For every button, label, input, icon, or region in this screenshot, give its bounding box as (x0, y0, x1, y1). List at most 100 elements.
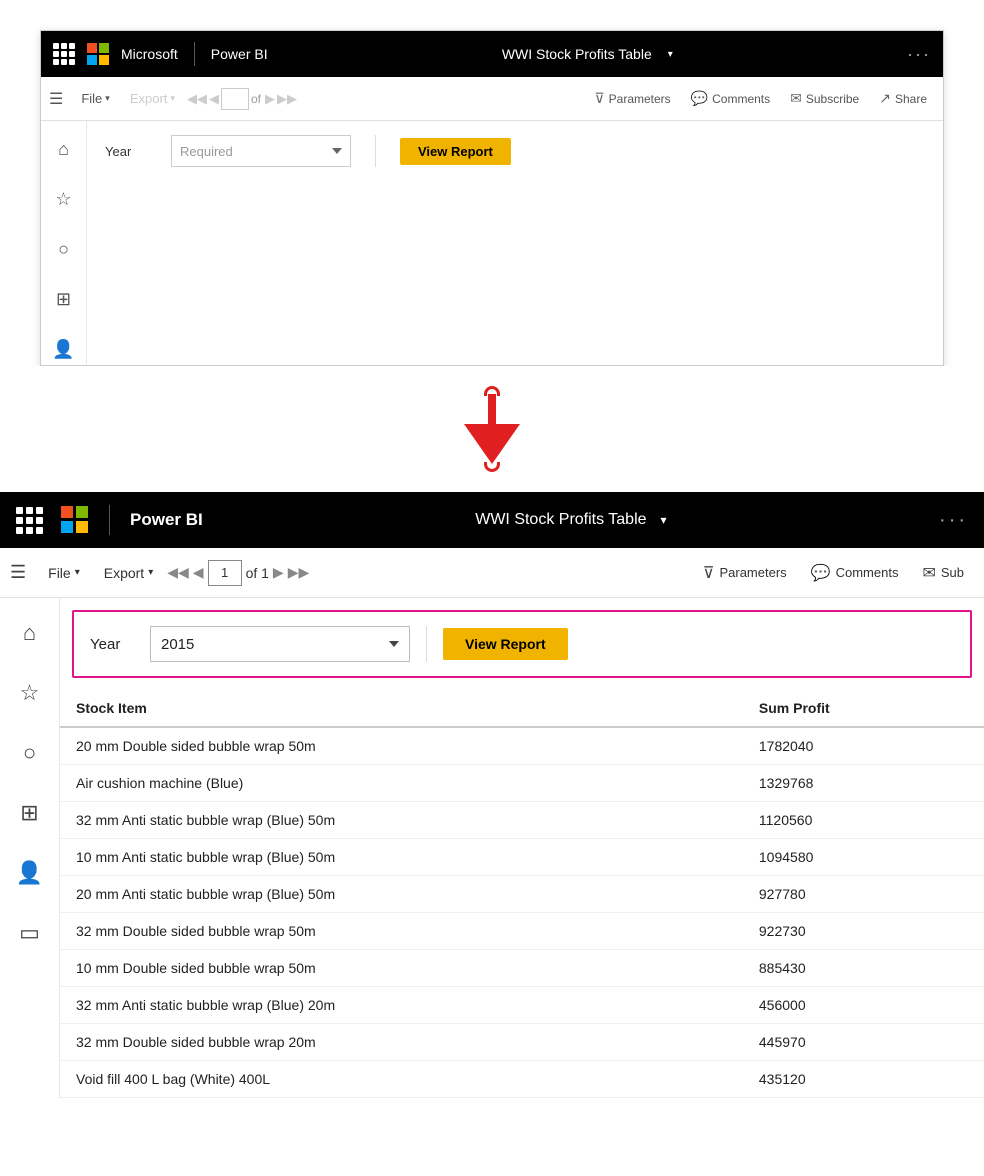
export-chevron: ▾ (170, 93, 175, 104)
table-row: 32 mm Anti static bubble wrap (Blue) 50m… (60, 802, 984, 839)
sidebar-clock-icon-bottom[interactable]: ○ (11, 734, 49, 772)
subscribe-button-bottom[interactable]: ✉ Sub (912, 558, 974, 588)
nav-first-top[interactable]: ◀◀ (187, 91, 207, 107)
parameters-button-top[interactable]: ⊽ Parameters (586, 86, 678, 111)
view-report-button-bottom[interactable]: View Report (443, 628, 568, 660)
table-row: 32 mm Double sided bubble wrap 50m922730 (60, 913, 984, 950)
toolbar-bottom: ☰ File ▾ Export ▾ ◀◀ ◀ of 1 ▶ ▶▶ ⊽ Param… (0, 548, 984, 598)
toolbar-top: ☰ File ▾ Export ▾ ◀◀ ◀ of ▶ ▶▶ ⊽ Param (41, 77, 943, 121)
stock-item-cell: 32 mm Double sided bubble wrap 20m (60, 1024, 743, 1061)
profit-cell: 1329768 (743, 765, 984, 802)
sidebar-monitor-icon-bottom[interactable]: ▭ (11, 914, 49, 952)
apps-grid-icon-bottom[interactable] (16, 507, 43, 534)
stock-item-cell: 32 mm Anti static bubble wrap (Blue) 50m (60, 802, 743, 839)
sidebar-star-icon-bottom[interactable]: ☆ (11, 674, 49, 712)
filter-icon-top: ⊽ (594, 90, 604, 107)
stock-item-cell: 10 mm Double sided bubble wrap 50m (60, 950, 743, 987)
table-row: Air cushion machine (Blue)1329768 (60, 765, 984, 802)
of-label-bottom: of 1 (246, 565, 269, 581)
stock-item-cell: 20 mm Anti static bubble wrap (Blue) 50m (60, 876, 743, 913)
nav-more-bottom[interactable]: ··· (939, 509, 968, 532)
app-name-top: Microsoft (121, 46, 178, 62)
export-button-top[interactable]: Export ▾ (122, 87, 183, 110)
nav-prev-bottom[interactable]: ◀ (193, 564, 204, 581)
stock-item-cell: Void fill 400 L bag (White) 400L (60, 1061, 743, 1098)
comments-button-bottom[interactable]: 💬 Comments (801, 558, 909, 588)
sidebar-home-icon-bottom[interactable]: ⌂ (11, 614, 49, 652)
envelope-icon-bottom: ✉ (922, 563, 935, 583)
sidebar-people-icon-bottom[interactable]: 👤 (11, 854, 49, 892)
export-chevron-bottom: ▾ (148, 567, 153, 578)
arrow-head (464, 424, 520, 464)
param-divider-bottom (426, 626, 427, 662)
stock-item-cell: 32 mm Anti static bubble wrap (Blue) 20m (60, 987, 743, 1024)
sidebar-people-icon[interactable]: 👤 (48, 333, 80, 365)
parameters-button-bottom[interactable]: ⊽ Parameters (693, 558, 797, 588)
subscribe-button-top[interactable]: ✉ Subscribe (782, 86, 867, 111)
envelope-icon-top: ✉ (790, 90, 802, 107)
share-button-top[interactable]: ↗ Share (871, 86, 935, 111)
nav-more-top[interactable]: ··· (907, 44, 931, 65)
sidebar-clock-icon[interactable]: ○ (48, 233, 80, 265)
table-row: 32 mm Anti static bubble wrap (Blue) 20m… (60, 987, 984, 1024)
export-button-bottom[interactable]: Export ▾ (94, 560, 164, 586)
product-name-bottom: Power BI (130, 510, 203, 530)
table-row: 32 mm Double sided bubble wrap 20m445970 (60, 1024, 984, 1061)
col2-header: Sum Profit (743, 690, 984, 727)
sidebar-apps-icon[interactable]: ⊞ (48, 283, 80, 315)
stock-item-cell: Air cushion machine (Blue) (60, 765, 743, 802)
table-row: 10 mm Double sided bubble wrap 50m885430 (60, 950, 984, 987)
filter-icon-bottom: ⊽ (703, 563, 715, 583)
sidebar-apps-icon-bottom[interactable]: ⊞ (11, 794, 49, 832)
profit-cell: 927780 (743, 876, 984, 913)
view-report-button-top[interactable]: View Report (400, 138, 511, 165)
nav-next-top[interactable]: ▶ (265, 91, 275, 107)
table-row: 20 mm Double sided bubble wrap 50m178204… (60, 727, 984, 765)
arrow-shaft (488, 394, 496, 424)
stock-item-cell: 20 mm Double sided bubble wrap 50m (60, 727, 743, 765)
file-button-top[interactable]: File ▾ (73, 87, 117, 110)
file-chevron: ▾ (105, 93, 110, 104)
file-chevron-bottom: ▾ (75, 567, 80, 578)
comment-icon-bottom: 💬 (811, 563, 831, 583)
nav-divider-top (194, 42, 195, 66)
nav-prev-top[interactable]: ◀ (209, 91, 219, 107)
apps-grid-icon[interactable] (53, 43, 75, 65)
profit-cell: 1120560 (743, 802, 984, 839)
menu-icon-top[interactable]: ☰ (49, 89, 63, 109)
profit-cell: 445970 (743, 1024, 984, 1061)
microsoft-logo-bottom (61, 506, 89, 534)
sidebar-home-icon[interactable]: ⌂ (48, 133, 80, 165)
comments-button-top[interactable]: 💬 Comments (683, 86, 778, 111)
nav-bar-top: Microsoft Power BI WWI Stock Profits Tab… (41, 31, 943, 77)
profit-cell: 456000 (743, 987, 984, 1024)
stock-item-cell: 10 mm Anti static bubble wrap (Blue) 50m (60, 839, 743, 876)
comment-icon-top: 💬 (691, 90, 708, 107)
params-row-bottom: Year 2015 View Report (72, 610, 972, 678)
nav-divider-bottom (109, 505, 110, 535)
file-button-bottom[interactable]: File ▾ (38, 560, 90, 586)
nav-last-top[interactable]: ▶▶ (277, 91, 297, 107)
year-select-top[interactable]: Required (171, 135, 351, 167)
report-chevron-top[interactable]: ▾ (668, 49, 673, 60)
year-select-bottom[interactable]: 2015 (150, 626, 410, 662)
powerbi-window-top: Microsoft Power BI WWI Stock Profits Tab… (40, 30, 944, 366)
col1-header: Stock Item (60, 690, 743, 727)
top-section: Microsoft Power BI WWI Stock Profits Tab… (0, 0, 984, 366)
sidebar-star-icon[interactable]: ☆ (48, 183, 80, 215)
report-chevron-bottom[interactable]: ▾ (661, 513, 667, 527)
nav-next-bottom[interactable]: ▶ (273, 564, 284, 581)
down-arrow (464, 386, 520, 472)
report-name-bottom: WWI Stock Profits Table (475, 511, 646, 529)
page-input-top[interactable] (221, 88, 249, 110)
nav-first-bottom[interactable]: ◀◀ (167, 564, 189, 581)
bottom-section: Power BI WWI Stock Profits Table ▾ ··· ☰… (0, 492, 984, 1098)
menu-icon-bottom[interactable]: ☰ (10, 562, 26, 583)
page-input-bottom[interactable] (208, 560, 242, 586)
content-area-bottom: Year 2015 View Report Stock Item Sum Pro… (60, 598, 984, 1098)
nav-bar-bottom: Power BI WWI Stock Profits Table ▾ ··· (0, 492, 984, 548)
share-icon-top: ↗ (879, 90, 891, 107)
nav-last-bottom[interactable]: ▶▶ (288, 564, 310, 581)
page-nav-bottom: ◀◀ ◀ of 1 ▶ ▶▶ (167, 560, 309, 586)
profit-cell: 885430 (743, 950, 984, 987)
